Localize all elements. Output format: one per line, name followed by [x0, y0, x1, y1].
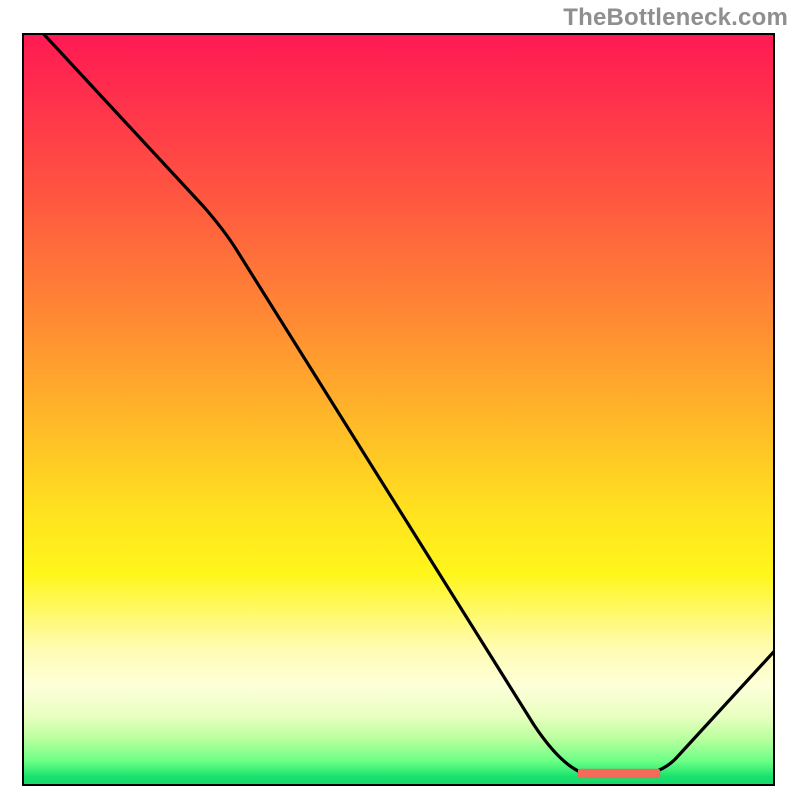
- chart-line: [39, 35, 773, 775]
- bottom-marker: [578, 769, 660, 778]
- watermark-text: TheBottleneck.com: [563, 4, 788, 32]
- chart-overlay: [24, 35, 773, 784]
- chart-area: [22, 33, 775, 786]
- page: TheBottleneck.com: [0, 0, 800, 800]
